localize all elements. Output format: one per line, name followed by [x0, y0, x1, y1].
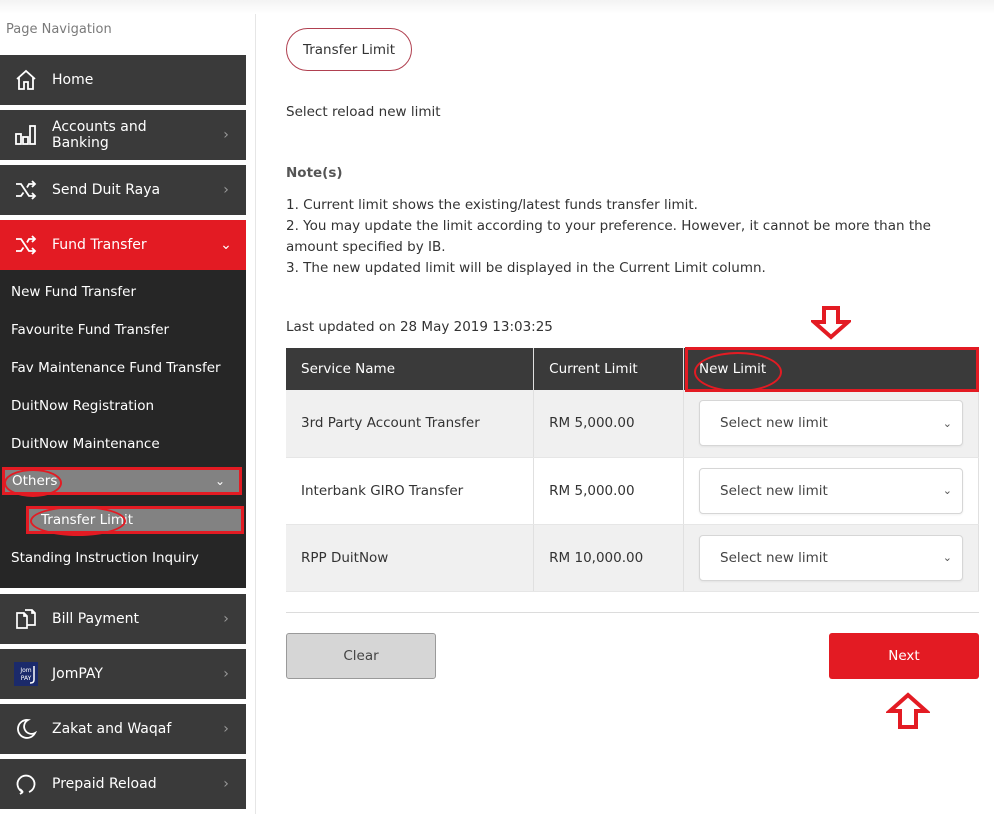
svg-text:PAY: PAY	[21, 675, 32, 682]
chevron-down-icon: ⌄	[220, 237, 232, 253]
submenu-item-favourite-fund-transfer[interactable]: Favourite Fund Transfer	[11, 322, 169, 338]
chevron-right-icon: ›	[223, 127, 229, 143]
page-subtitle: Select reload new limit	[286, 104, 441, 120]
tab-transfer-limit[interactable]: Transfer Limit	[286, 28, 412, 71]
chevron-right-icon: ›	[223, 182, 229, 198]
page-navigation-title: Page Navigation	[6, 22, 112, 37]
divider	[286, 612, 979, 613]
chevron-right-icon: ›	[223, 776, 229, 792]
chevron-down-icon: ⌄	[214, 474, 225, 488]
sidebar-item-label: Send Duit Raya	[52, 182, 161, 198]
new-limit-select[interactable]: Select new limit ⌄	[699, 400, 964, 447]
current-limit-cell: RM 5,000.00	[533, 390, 685, 458]
sidebar-item-jompay[interactable]: Jom PAY JomPAY ›	[0, 649, 246, 699]
fund-transfer-submenu: New Fund Transfer Favourite Fund Transfe…	[0, 270, 246, 588]
sidebar-divider	[255, 14, 256, 814]
transfer-limit-label: Transfer Limit	[41, 512, 134, 528]
submenu-item-transfer-limit[interactable]: Transfer Limit	[26, 506, 244, 534]
submenu-item-standing-instruction-inquiry[interactable]: Standing Instruction Inquiry	[11, 550, 199, 566]
new-limit-cell: Select new limit ⌄	[683, 524, 979, 592]
current-limit-cell: RM 10,000.00	[533, 524, 685, 592]
sidebar-item-label: Bill Payment	[52, 611, 140, 627]
crescent-moon-icon	[0, 717, 52, 741]
note-item: 1. Current limit shows the existing/late…	[286, 197, 698, 213]
annotation-arrow-up-icon	[886, 692, 930, 729]
chevron-right-icon: ›	[223, 666, 229, 682]
current-limit-cell: RM 5,000.00	[533, 457, 685, 525]
notes-title: Note(s)	[286, 165, 343, 181]
new-limit-cell: Select new limit ⌄	[683, 390, 979, 458]
header-current-limit: Current Limit	[533, 348, 685, 390]
bar-chart-icon	[0, 123, 52, 147]
table-row: RPP DuitNow RM 10,000.00 Select new limi…	[286, 524, 979, 592]
sidebar-item-bill-payment[interactable]: Bill Payment ›	[0, 594, 246, 644]
next-button[interactable]: Next	[829, 633, 979, 679]
others-label: Others	[12, 473, 58, 489]
last-updated-text: Last updated on 28 May 2019 13:03:25	[286, 319, 553, 335]
chevron-right-icon: ›	[223, 611, 229, 627]
select-value: Select new limit	[720, 482, 828, 499]
new-limit-cell: Select new limit ⌄	[683, 457, 979, 525]
sidebar-item-prepaid-reload[interactable]: Prepaid Reload ›	[0, 759, 246, 809]
note-item: 3. The new updated limit will be display…	[286, 260, 766, 276]
service-name-cell: 3rd Party Account Transfer	[286, 390, 535, 458]
header-new-limit: New Limit	[683, 348, 979, 390]
sidebar-item-label: Home	[52, 72, 94, 88]
header-service-name: Service Name	[286, 348, 535, 390]
chevron-down-icon: ⌄	[942, 551, 953, 564]
submenu-item-duitnow-registration[interactable]: DuitNow Registration	[11, 398, 154, 414]
top-bar	[0, 0, 994, 14]
notes-list: 1. Current limit shows the existing/late…	[286, 195, 946, 279]
annotation-arrow-down-icon	[811, 306, 851, 340]
transfer-limit-table: Service Name Current Limit New Limit 3rd…	[286, 348, 979, 592]
shuffle-icon	[0, 233, 52, 257]
shuffle-icon	[0, 178, 52, 202]
sidebar-item-label: Accounts and Banking	[52, 119, 147, 151]
note-item: 2. You may update the limit according to…	[286, 218, 931, 255]
service-name-cell: RPP DuitNow	[286, 524, 535, 592]
table-row: 3rd Party Account Transfer RM 5,000.00 S…	[286, 390, 979, 458]
table-header-row: Service Name Current Limit New Limit	[286, 348, 979, 390]
sidebar-item-label: JomPAY	[52, 666, 103, 682]
sidebar-item-zakat-and-waqaf[interactable]: Zakat and Waqaf ›	[0, 704, 246, 754]
chevron-right-icon: ›	[223, 721, 229, 737]
table-row: Interbank GIRO Transfer RM 5,000.00 Sele…	[286, 457, 979, 525]
sidebar-item-accounts-and-banking[interactable]: Accounts and Banking ›	[0, 110, 246, 160]
submenu-item-duitnow-maintenance[interactable]: DuitNow Maintenance	[11, 436, 160, 452]
svg-text:Jom: Jom	[19, 667, 31, 674]
select-value: Select new limit	[720, 415, 828, 432]
documents-icon	[0, 607, 52, 631]
new-limit-select[interactable]: Select new limit ⌄	[699, 467, 964, 514]
sidebar-item-home[interactable]: Home	[0, 55, 246, 105]
submenu-item-new-fund-transfer[interactable]: New Fund Transfer	[11, 284, 136, 300]
new-limit-select[interactable]: Select new limit ⌄	[699, 534, 964, 581]
clear-button[interactable]: Clear	[286, 633, 436, 679]
home-icon	[0, 68, 52, 92]
sidebar-item-label: Prepaid Reload	[52, 776, 157, 792]
reload-icon	[0, 772, 52, 796]
chevron-down-icon: ⌄	[942, 416, 953, 430]
select-value: Select new limit	[720, 549, 828, 566]
sidebar-item-send-duit-raya[interactable]: Send Duit Raya ›	[0, 165, 246, 215]
service-name-cell: Interbank GIRO Transfer	[286, 457, 535, 525]
chevron-down-icon: ⌄	[942, 484, 953, 497]
sidebar-item-fund-transfer[interactable]: Fund Transfer ⌄	[0, 220, 246, 270]
sidebar-item-label: Zakat and Waqaf	[52, 721, 172, 737]
submenu-item-fav-maintenance-fund-transfer[interactable]: Fav Maintenance Fund Transfer	[11, 360, 221, 376]
jompay-logo-icon: Jom PAY	[0, 662, 52, 686]
sidebar-item-label: Fund Transfer	[52, 237, 147, 253]
submenu-item-others[interactable]: Others ⌄	[2, 467, 242, 495]
